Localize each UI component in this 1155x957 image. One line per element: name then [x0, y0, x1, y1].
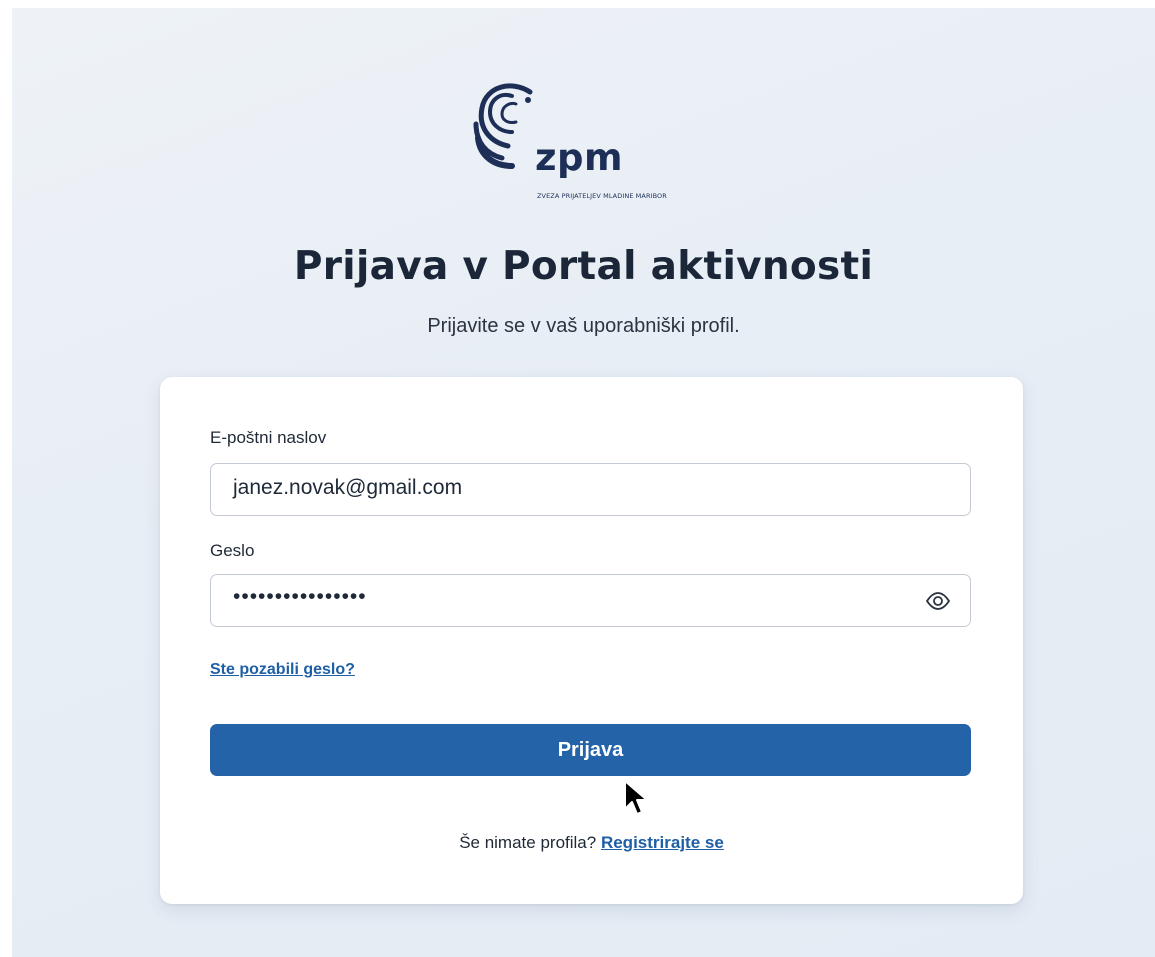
mouse-cursor-icon [624, 780, 648, 815]
register-prompt-text: Še nimate profila? [459, 833, 597, 852]
email-field[interactable]: janez.novak@gmail.com [210, 463, 971, 516]
password-label: Geslo [210, 541, 255, 560]
login-button[interactable]: Prijava [210, 724, 971, 776]
logo-wordmark: zpm [535, 136, 624, 179]
register-link[interactable]: Registrirajte se [601, 833, 724, 852]
password-value: •••••••••••••••• [233, 585, 367, 608]
forgot-password-link[interactable]: Ste pozabili geslo? [210, 661, 355, 679]
logo-tagline: ZVEZA PRIJATELJEV MLADINE MARIBOR [537, 192, 667, 200]
logo-swirl-icon [473, 83, 533, 169]
register-prompt: Še nimate profila? Registrirajte se [160, 833, 1023, 853]
login-card: E-poštni naslov janez.novak@gmail.com Ge… [160, 377, 1023, 904]
zpm-logo: zpm ZVEZA PRIJATELJEV MLADINE MARIBOR [472, 80, 712, 205]
password-field[interactable]: •••••••••••••••• [210, 574, 971, 627]
email-value: janez.novak@gmail.com [233, 476, 463, 499]
eye-icon[interactable] [924, 587, 952, 615]
page-title: Prijava v Portal aktivnosti [293, 244, 874, 289]
login-page: zpm ZVEZA PRIJATELJEV MLADINE MARIBOR Pr… [12, 8, 1155, 957]
page-subtitle: Prijavite se v vaš uporabniški profil. [427, 315, 740, 337]
email-label: E-poštni naslov [210, 428, 327, 447]
